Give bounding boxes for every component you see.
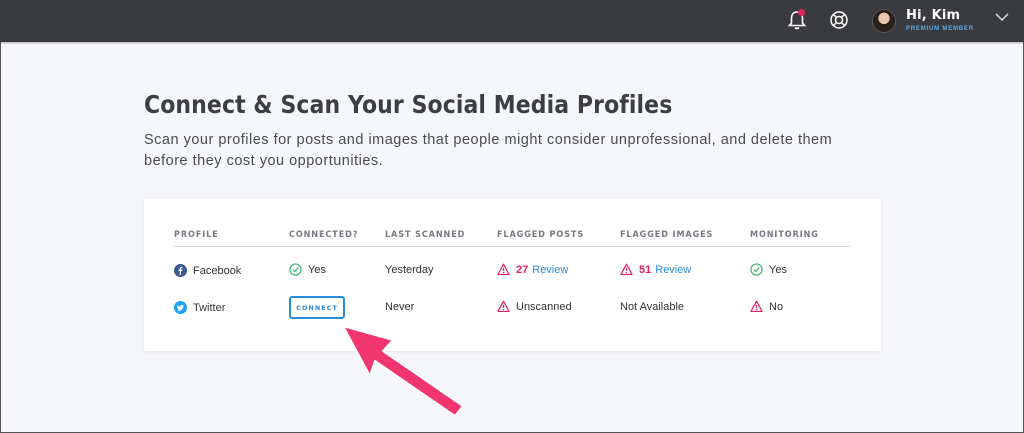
check-circle-icon	[750, 263, 763, 276]
callout-arrow-icon	[342, 325, 464, 417]
page-title: Connect & Scan Your Social Media Profile…	[144, 90, 673, 119]
flagged-images-cell: Not Available	[620, 301, 685, 313]
connected-cell: Yes	[289, 263, 326, 276]
last-scanned-cell: Yesterday	[385, 264, 434, 276]
column-header-flagged-images: FLAGGED IMAGES	[620, 230, 714, 240]
flagged-images-cell: 51 Review	[620, 263, 691, 276]
warning-icon	[497, 263, 510, 276]
check-circle-icon	[289, 263, 302, 276]
help-icon[interactable]	[829, 10, 849, 30]
top-bar: Hi, Kim PREMIUM MEMBER	[0, 0, 1024, 42]
profile-cell: Twitter	[174, 301, 225, 314]
chevron-down-icon[interactable]	[995, 12, 1009, 22]
warning-icon	[497, 300, 510, 313]
monitoring-value: No	[769, 300, 784, 313]
twitter-icon	[174, 301, 187, 314]
facebook-icon	[174, 264, 187, 277]
connected-value: Yes	[308, 263, 326, 276]
profile-name: Twitter	[193, 301, 226, 314]
profile-name: Facebook	[193, 264, 242, 277]
column-header-last-scanned: LAST SCANNED	[385, 230, 466, 240]
column-header-connected: CONNECTED?	[289, 230, 359, 240]
notification-dot	[798, 9, 805, 16]
review-images-link[interactable]: Review	[655, 264, 691, 276]
monitoring-value: Yes	[769, 263, 787, 276]
column-header-monitoring: MONITORING	[750, 230, 819, 240]
column-header-profile: PROFILE	[174, 230, 219, 240]
user-greeting[interactable]: Hi, Kim	[906, 8, 960, 23]
profile-cell: Facebook	[174, 264, 241, 277]
last-scanned-cell: Never	[385, 301, 415, 313]
connect-button[interactable]: CONNECT	[289, 296, 345, 319]
monitoring-cell: Yes	[750, 263, 787, 276]
review-posts-link[interactable]: Review	[532, 264, 568, 276]
warning-icon	[750, 300, 763, 313]
flagged-posts-value: Unscanned	[516, 300, 572, 313]
flagged-posts-cell: 27 Review	[497, 263, 568, 276]
header-divider	[174, 246, 850, 247]
avatar[interactable]	[872, 9, 896, 33]
warning-icon	[620, 263, 633, 276]
monitoring-cell: No	[750, 300, 783, 313]
page-description: Scan your profiles for posts and images …	[144, 132, 833, 169]
flagged-posts-cell: Unscanned	[497, 300, 572, 313]
profiles-card: PROFILE CONNECTED? LAST SCANNED FLAGGED …	[144, 199, 881, 351]
membership-label: PREMIUM MEMBER	[906, 26, 974, 32]
column-header-flagged-posts: FLAGGED POSTS	[497, 230, 585, 240]
flagged-posts-count: 27	[516, 263, 529, 276]
flagged-images-count: 51	[639, 263, 652, 276]
